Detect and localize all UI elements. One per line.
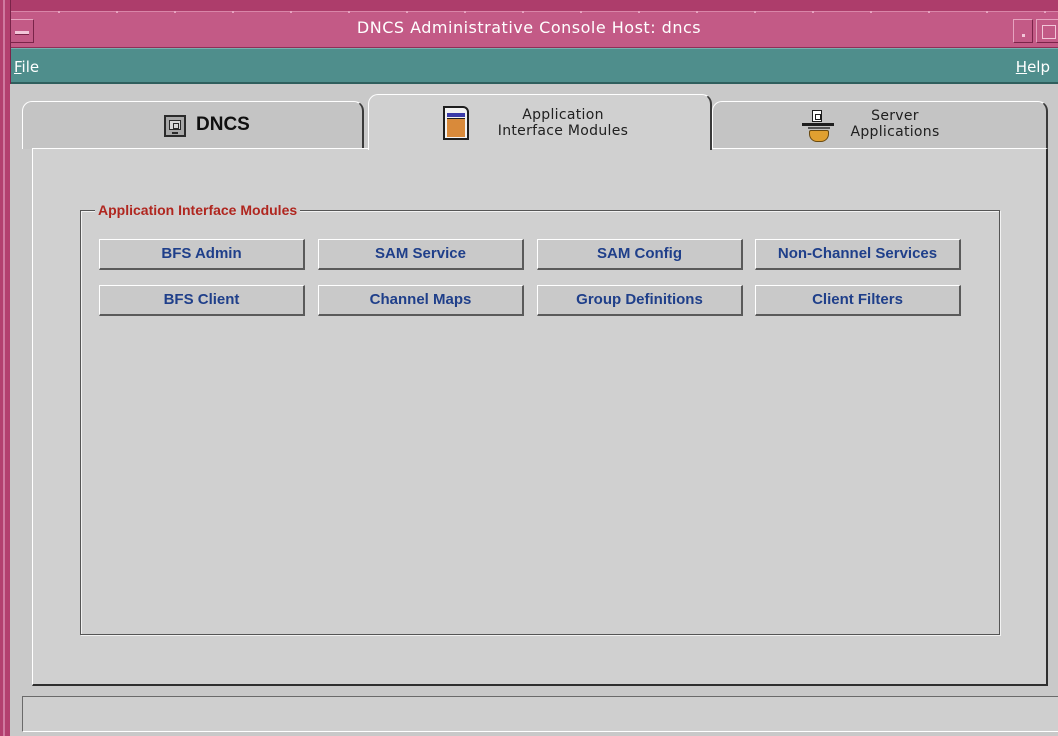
channel-maps-button[interactable]: Channel Maps [318,285,524,316]
tab-server-label: Server Applications [845,108,945,140]
tab-dncs-label: DNCS [196,114,250,135]
sam-service-button[interactable]: SAM Service [318,239,524,270]
minimize-button[interactable] [1013,19,1033,43]
window-title: DNCS Administrative Console Host: dncs [356,18,702,37]
tab-server-label-line2: Applications [850,124,940,140]
sam-config-button[interactable]: SAM Config [537,239,743,270]
bfs-client-button[interactable]: BFS Client [99,285,305,316]
bfs-admin-button[interactable]: BFS Admin [99,239,305,270]
group-title: Application Interface Modules [95,201,301,219]
menu-file-label: ile [21,58,40,76]
non-channel-services-button[interactable]: Non-Channel Services [755,239,961,270]
maximize-icon [1042,25,1056,39]
computer-icon [164,115,186,137]
menu-help-mnemonic: H [1015,58,1028,76]
title-bar[interactable]: DNCS Administrative Console Host: dncs [0,0,1058,48]
minimize-icon [1022,34,1025,37]
tab-server-label-line1: Server [871,108,919,124]
tab-aim-label-line2: Interface Modules [497,123,629,139]
menu-file[interactable]: File [14,58,39,76]
tab-dncs[interactable]: DNCS [22,101,364,149]
menu-help[interactable]: Help [1016,58,1050,76]
menu-bar: File Help [0,48,1058,84]
document-icon [443,106,469,140]
group-application-interface-modules: Application Interface Modules BFS Admin … [80,201,1000,635]
maximize-button[interactable] [1036,19,1058,43]
menu-help-label: elp [1027,58,1050,76]
title-bar-resize-ticks [0,11,1058,13]
tab-aim-label: Application Interface Modules [483,107,643,139]
tab-application-interface-modules[interactable]: Application Interface Modules [368,94,712,150]
dncs-console-window: DNCS Administrative Console Host: dncs F… [0,0,1058,736]
menu-file-mnemonic: F [14,58,22,76]
client-filters-button[interactable]: Client Filters [755,285,961,316]
status-bar [22,696,1058,732]
group-definitions-button[interactable]: Group Definitions [537,285,743,316]
window-left-border-highlight [3,0,5,736]
tab-page-application-interface-modules: Application Interface Modules BFS Admin … [32,148,1048,686]
tab-aim-label-line1: Application [522,107,604,123]
tab-server-applications[interactable]: Server Applications [712,101,1048,149]
server-hand-icon [800,110,836,144]
